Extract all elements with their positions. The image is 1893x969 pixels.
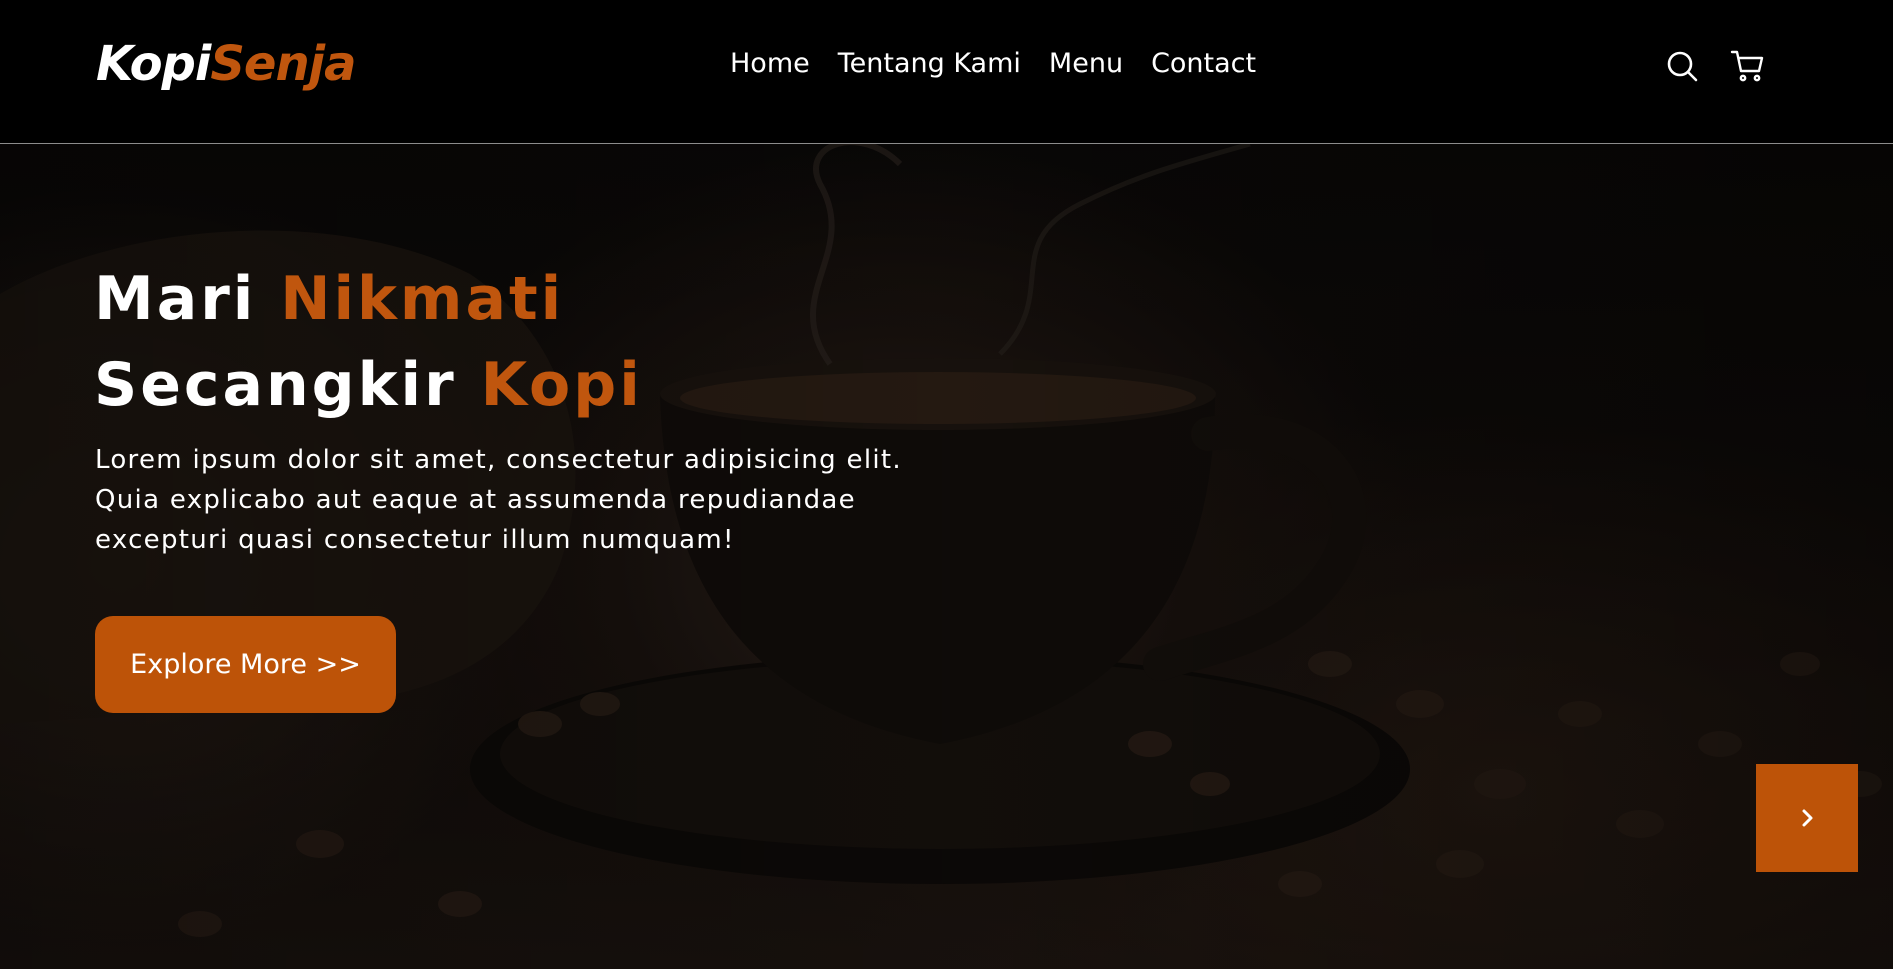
hero-title-word-2: Nikmati: [280, 264, 565, 334]
nav-link-contact[interactable]: Contact: [1151, 44, 1256, 84]
logo-text-kopi: Kopi: [96, 36, 211, 92]
hero-description: Lorem ipsum dolor sit amet, consectetur …: [95, 445, 902, 555]
explore-more-button[interactable]: Explore More >>: [95, 616, 396, 713]
landing-page: KopiSenja Home Tentang Kami Menu Contact: [0, 0, 1893, 969]
shopping-cart-icon[interactable]: [1730, 48, 1766, 84]
search-icon[interactable]: [1664, 48, 1700, 84]
logo-text-senja: Senja: [210, 36, 356, 92]
nav-link-home[interactable]: Home: [730, 44, 810, 84]
logo[interactable]: KopiSenja: [96, 32, 357, 96]
nav-link-tentang-kami[interactable]: Tentang Kami: [838, 44, 1021, 84]
nav-icons: [1664, 48, 1766, 84]
nav-link-menu[interactable]: Menu: [1049, 44, 1123, 84]
hero-title-word-3: Secangkir: [94, 350, 457, 420]
hero-title: Mari Nikmati Secangkir Kopi: [94, 256, 914, 428]
next-slide-button[interactable]: [1756, 764, 1858, 872]
navbar: KopiSenja Home Tentang Kami Menu Contact: [0, 0, 1893, 144]
hero-title-word-4: Kopi: [480, 350, 643, 420]
hero-title-word-1: Mari: [94, 264, 257, 334]
nav-links: Home Tentang Kami Menu Contact: [730, 44, 1256, 84]
chevron-right-icon: [1802, 809, 1813, 827]
